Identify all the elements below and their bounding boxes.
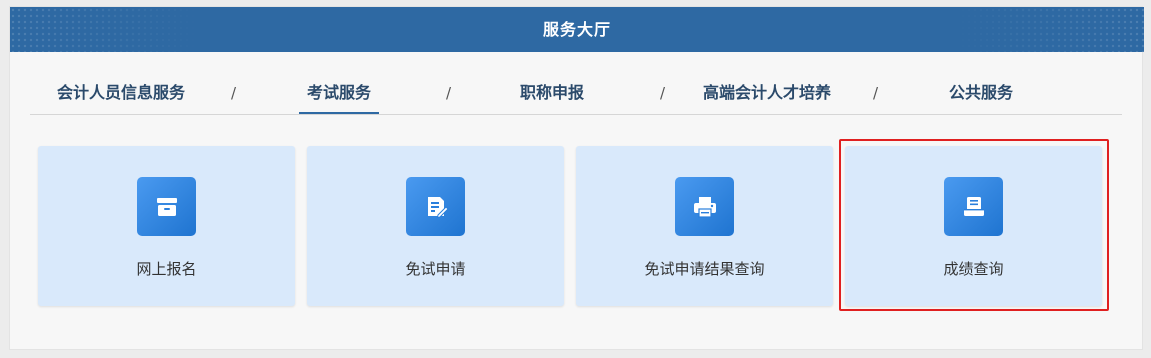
- tab-separator: /: [660, 84, 666, 102]
- card-online-registration[interactable]: 网上报名: [38, 146, 295, 306]
- service-hall-header: 服务大厅: [10, 7, 1144, 52]
- score-report-icon: [944, 177, 1003, 236]
- tab-accountant-info-service[interactable]: 会计人员信息服务: [57, 73, 185, 114]
- tab-exam-service[interactable]: 考试服务: [299, 73, 380, 114]
- card-exemption-result-query[interactable]: 免试申请结果查询: [576, 146, 833, 306]
- printer-icon: [675, 177, 734, 236]
- card-label: 成绩查询: [943, 260, 1004, 278]
- tab-separator: /: [446, 84, 452, 102]
- card-score-query[interactable]: 成绩查询: [845, 146, 1102, 306]
- card-label: 免试申请结果查询: [644, 260, 765, 278]
- card-label: 网上报名: [136, 260, 197, 278]
- card-label: 免试申请: [405, 260, 466, 278]
- tab-separator: /: [873, 84, 879, 102]
- tab-public-service[interactable]: 公共服务: [949, 73, 1013, 114]
- service-tabs: 会计人员信息服务 / 考试服务 / 职称申报 / 高端会计人才培养 / 公共服务: [30, 73, 1122, 115]
- tab-separator: /: [231, 84, 237, 102]
- page-title: 服务大厅: [542, 20, 611, 39]
- tab-title-application[interactable]: 职称申报: [520, 73, 584, 114]
- card-exemption-application[interactable]: 免试申请: [307, 146, 564, 306]
- document-edit-icon: [406, 177, 465, 236]
- archive-box-icon: [137, 177, 196, 236]
- service-hall-panel: 服务大厅 会计人员信息服务 / 考试服务 / 职称申报 / 高端会计人才培养 /…: [9, 6, 1144, 350]
- tab-senior-talent-training[interactable]: 高端会计人才培养: [703, 73, 831, 114]
